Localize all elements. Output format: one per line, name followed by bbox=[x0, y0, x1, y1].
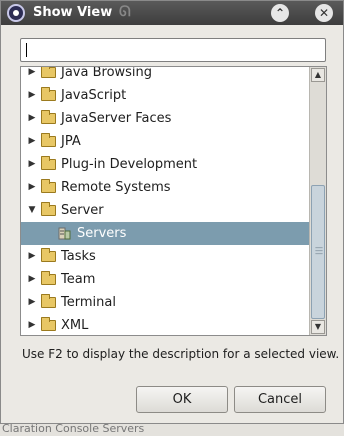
tree-item-label: Java Browsing bbox=[61, 66, 153, 80]
tree-item-label: Tasks bbox=[61, 249, 96, 264]
expand-arrow-icon[interactable]: ▶ bbox=[27, 153, 37, 176]
tree-item-tasks[interactable]: ▶ Tasks bbox=[21, 245, 309, 268]
tree-item-label: XML bbox=[61, 318, 89, 333]
folder-icon bbox=[41, 133, 56, 147]
tree-item-label: Plug-in Development bbox=[61, 157, 198, 172]
folder-icon bbox=[41, 87, 56, 101]
background-tab-strip: Claration Console Servers bbox=[0, 422, 344, 436]
folder-icon bbox=[41, 317, 56, 331]
tree-item-java-browsing[interactable]: ▶ Java Browsing bbox=[21, 66, 309, 84]
folder-icon bbox=[41, 110, 56, 124]
tree-item-label: JavaScript bbox=[61, 88, 127, 103]
tree-item-terminal[interactable]: ▶ Terminal bbox=[21, 291, 309, 314]
scroll-down-arrow-icon[interactable]: ▼ bbox=[311, 320, 325, 334]
tree-item-javaserver-faces[interactable]: ▶ JavaServer Faces bbox=[21, 107, 309, 130]
dialog-title: Show View bbox=[33, 5, 113, 20]
tree-item-label: Terminal bbox=[61, 295, 116, 310]
folder-icon bbox=[41, 156, 56, 170]
grip-icon: — — — bbox=[315, 243, 323, 258]
folder-open-icon bbox=[41, 202, 56, 216]
folder-icon bbox=[41, 271, 56, 285]
tree-item-label: JavaServer Faces bbox=[61, 111, 172, 126]
description-text: Use F2 to display the description for a … bbox=[22, 347, 340, 361]
vertical-scrollbar[interactable]: ▲ — — — ▼ bbox=[309, 67, 326, 335]
view-tree[interactable]: ▶ Java Browsing ▶ JavaScript ▶ JavaServe… bbox=[20, 66, 327, 336]
tree-item-label: Servers bbox=[77, 226, 127, 241]
tree-item-jpa[interactable]: ▶ JPA bbox=[21, 130, 309, 153]
tree-item-label: Server bbox=[61, 203, 104, 218]
text-caret bbox=[26, 43, 27, 57]
tree-item-xml[interactable]: ▶ XML bbox=[21, 314, 309, 335]
scrollbar-thumb[interactable]: — — — bbox=[311, 185, 325, 319]
tree-item-plugin-development[interactable]: ▶ Plug-in Development bbox=[21, 153, 309, 176]
expand-arrow-icon[interactable]: ▶ bbox=[27, 245, 37, 268]
ok-button[interactable]: OK bbox=[136, 386, 228, 413]
expand-arrow-icon[interactable]: ▶ bbox=[27, 107, 37, 130]
expand-arrow-icon[interactable]: ▶ bbox=[27, 314, 37, 335]
expand-arrow-icon[interactable]: ▶ bbox=[27, 268, 37, 291]
expand-arrow-icon[interactable]: ▶ bbox=[27, 176, 37, 199]
folder-icon bbox=[41, 294, 56, 308]
maximize-button[interactable]: ⌃ bbox=[271, 4, 289, 22]
tree-item-team[interactable]: ▶ Team bbox=[21, 268, 309, 291]
filter-input[interactable] bbox=[20, 38, 326, 62]
scroll-up-arrow-icon[interactable]: ▲ bbox=[311, 68, 325, 82]
show-view-dialog: Show View ᘏ ⌃ ✕ ▶ Java Browsing ▶ JavaSc… bbox=[0, 0, 344, 424]
folder-icon bbox=[41, 179, 56, 193]
title-bar[interactable]: Show View ᘏ ⌃ ✕ bbox=[1, 1, 343, 25]
window-decoration-icon: ᘏ bbox=[119, 4, 131, 20]
tree-item-label: Remote Systems bbox=[61, 180, 171, 195]
tree-item-javascript[interactable]: ▶ JavaScript bbox=[21, 84, 309, 107]
collapse-arrow-icon[interactable]: ▼ bbox=[27, 199, 37, 222]
tree-item-servers[interactable]: Servers bbox=[21, 222, 309, 245]
folder-icon bbox=[41, 67, 56, 78]
tree-item-label: JPA bbox=[61, 134, 81, 149]
servers-view-icon bbox=[58, 227, 71, 240]
tree-item-server[interactable]: ▼ Server bbox=[21, 199, 309, 222]
eclipse-app-icon bbox=[7, 4, 25, 22]
expand-arrow-icon[interactable]: ▶ bbox=[27, 291, 37, 314]
tree-item-remote-systems[interactable]: ▶ Remote Systems bbox=[21, 176, 309, 199]
close-button[interactable]: ✕ bbox=[315, 4, 333, 22]
expand-arrow-icon[interactable]: ▶ bbox=[27, 84, 37, 107]
cancel-button[interactable]: Cancel bbox=[234, 386, 326, 413]
tree-item-label: Team bbox=[61, 272, 96, 287]
expand-arrow-icon[interactable]: ▶ bbox=[27, 130, 37, 153]
folder-icon bbox=[41, 248, 56, 262]
expand-arrow-icon[interactable]: ▶ bbox=[27, 67, 37, 84]
